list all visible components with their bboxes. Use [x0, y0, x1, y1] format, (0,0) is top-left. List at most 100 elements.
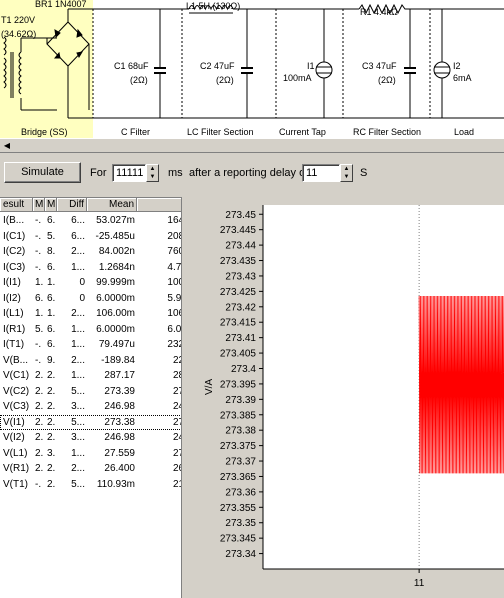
table-row[interactable]: V(C3) 2.2. 3... 246.98 246.9: [0, 399, 181, 415]
scroll-left-icon[interactable]: ◀: [1, 140, 13, 152]
table-row[interactable]: I(T1) -. 6. 1... 79.497u 232.97: [0, 337, 181, 353]
cell-diff: 1...: [71, 447, 85, 459]
cell-result: I(T1): [3, 339, 25, 350]
table-row[interactable]: V(L1) 2.3. 1... 27.559 27.73: [0, 446, 181, 462]
cell-result: V(C3): [3, 401, 30, 412]
cell-max: 1.: [47, 308, 56, 319]
cell-rms: 246.9: [172, 401, 181, 412]
capacitor-c1-icon: [154, 9, 166, 118]
table-row[interactable]: I(L1) 1.1. 2... 106.00m 106.00: [0, 306, 181, 322]
cell-rms: 164.79: [167, 215, 181, 226]
cell-max: 5.: [47, 230, 56, 242]
y-tick-label: 273.35: [225, 518, 256, 529]
y-tick-label: 273.42: [225, 302, 256, 313]
cell-rms: 6.0000: [167, 323, 181, 335]
y-tick-label: 273.435: [220, 256, 257, 267]
transformer-value: (34.62Ω): [1, 29, 37, 39]
table-row[interactable]: I(I1) 1.1. 0 99.999m 100.00: [0, 275, 181, 291]
section-label-load: Load: [454, 127, 475, 137]
spin-down-icon[interactable]: ▼: [341, 173, 352, 181]
table-row[interactable]: V(T1) -. 2. 5... 110.93m 214.9: [0, 477, 181, 493]
cell-mean: 287.17: [104, 370, 135, 381]
cell-diff: 2...: [71, 246, 85, 257]
table-row[interactable]: I(C3) -. 6. 1... 1.2684n 4.7993: [0, 260, 181, 276]
cell-result: I(R1): [3, 323, 26, 335]
cell-rms: 4.7993: [167, 261, 181, 273]
table-row[interactable]: V(I1) 2.2. 5... 273.38 273.3: [0, 414, 181, 430]
spin-up-icon[interactable]: ▲: [341, 165, 352, 173]
cell-rms: 273.3: [172, 385, 181, 397]
section-label-c-filter: C Filter: [121, 127, 150, 137]
delay-input[interactable]: 11: [302, 164, 340, 182]
capacitor-c1-esr: (2Ω): [130, 75, 148, 85]
table-row[interactable]: V(R1) 2.2. 2... 26.400 26.40: [0, 461, 181, 477]
cell-diff: 1...: [71, 323, 85, 335]
inductor-l1-label: L1 5H (130Ω): [186, 1, 241, 11]
table-row[interactable]: I(I2) 6.6. 0 6.0000m 5.9999: [0, 291, 181, 307]
y-tick-label: 273.445: [220, 225, 257, 236]
column-header-min[interactable]: M: [33, 198, 45, 212]
cell-diff: 1...: [71, 261, 85, 273]
column-header-result[interactable]: esult: [0, 198, 33, 212]
cell-min: 5.: [35, 323, 44, 335]
cell-max: 6.: [47, 292, 56, 304]
cell-mean: 273.39: [104, 385, 135, 397]
column-header-diff[interactable]: Diff: [57, 198, 87, 212]
cell-max: 6.: [47, 215, 56, 226]
y-tick-label: 273.38: [225, 426, 256, 437]
duration-input[interactable]: 11111: [112, 164, 146, 182]
column-header-rms[interactable]: RM: [137, 198, 181, 212]
circuit-schematic[interactable]: BR1 1N4007 T1 220V (34.62Ω) L1 5H (130Ω)…: [0, 0, 504, 138]
waveform-chart[interactable]: 273.45 273.445 273.44 273.435 273.43 273.425 2…: [186, 197, 504, 598]
cell-result: V(L1): [3, 447, 28, 459]
table-row[interactable]: V(C2) 2.2. 5... 273.39 273.3: [0, 384, 181, 400]
capacitor-c2-esr: (2Ω): [216, 75, 234, 85]
y-tick-label: 273.355: [220, 503, 257, 514]
duration-spinner[interactable]: ▲ ▼: [146, 164, 159, 182]
y-tick-label: 273.41: [225, 333, 256, 344]
table-row[interactable]: V(I2) 2.2. 3... 246.98 246.9: [0, 430, 181, 446]
cell-max: 2.: [47, 432, 56, 443]
table-row[interactable]: I(C2) -. 8. 2... 84.002n 760.30: [0, 244, 181, 260]
simulation-toolbar: Simulate For 11111 ▲ ▼ ms after a report…: [0, 154, 504, 192]
cell-result: V(R1): [3, 463, 30, 474]
cell-mean: 79.497u: [98, 339, 135, 350]
cell-result: V(C1): [3, 370, 30, 381]
current-source-i1-icon: [315, 9, 333, 118]
schematic-scrollbar[interactable]: ◀: [0, 138, 504, 153]
y-tick-label: 273.345: [220, 534, 257, 545]
spin-up-icon[interactable]: ▲: [147, 165, 158, 173]
results-table[interactable]: esult M M Diff Mean RM I(B... -. 6. 6... 53.…: [0, 197, 181, 598]
capacitor-c2-icon: [241, 9, 253, 118]
column-header-max[interactable]: M: [45, 198, 57, 212]
table-body: I(B... -. 6. 6... 53.027m 164.79 I(C1) -. 5. 6...…: [0, 213, 181, 492]
cell-mean: 110.93m: [96, 478, 135, 490]
y-tick-label: 273.395: [220, 379, 257, 390]
table-row[interactable]: V(C1) 2.2. 1... 287.17 287.1: [0, 368, 181, 384]
cell-diff: 3...: [71, 401, 85, 412]
column-header-mean[interactable]: Mean: [87, 198, 137, 212]
cell-mean: 246.98: [104, 401, 135, 412]
table-row[interactable]: I(C1) -. 5. 6... -25.485u 208.08: [0, 229, 181, 245]
cell-max: 1.: [47, 277, 56, 288]
table-row[interactable]: I(B... -. 6. 6... 53.027m 164.79: [0, 213, 181, 229]
cell-min: 1.: [35, 308, 44, 319]
for-label: For: [90, 167, 107, 179]
delay-spinner[interactable]: ▲ ▼: [340, 164, 353, 182]
cell-rms: 232.97: [167, 339, 181, 350]
table-row[interactable]: I(R1) 5.6. 1... 6.0000m 6.0000: [0, 322, 181, 338]
cell-mean: 106.00m: [96, 308, 135, 319]
cell-max: 3.: [47, 447, 56, 459]
x-tick-label: 11: [414, 578, 425, 589]
cell-rms: 246.9: [172, 432, 181, 443]
cell-result: V(I1): [3, 416, 25, 428]
cell-mean: 273.38: [104, 416, 135, 428]
cell-max: 2.: [47, 478, 56, 490]
cell-mean: 27.559: [104, 447, 135, 459]
cell-min: -.: [35, 261, 42, 273]
simulate-button[interactable]: Simulate: [4, 162, 81, 183]
table-row[interactable]: V(B... -. 9. 2... -189.84 222.8: [0, 353, 181, 369]
spin-down-icon[interactable]: ▼: [147, 173, 158, 181]
capacitor-c1-label: C1 68uF: [114, 61, 149, 71]
y-axis-label: V/A: [204, 379, 215, 395]
